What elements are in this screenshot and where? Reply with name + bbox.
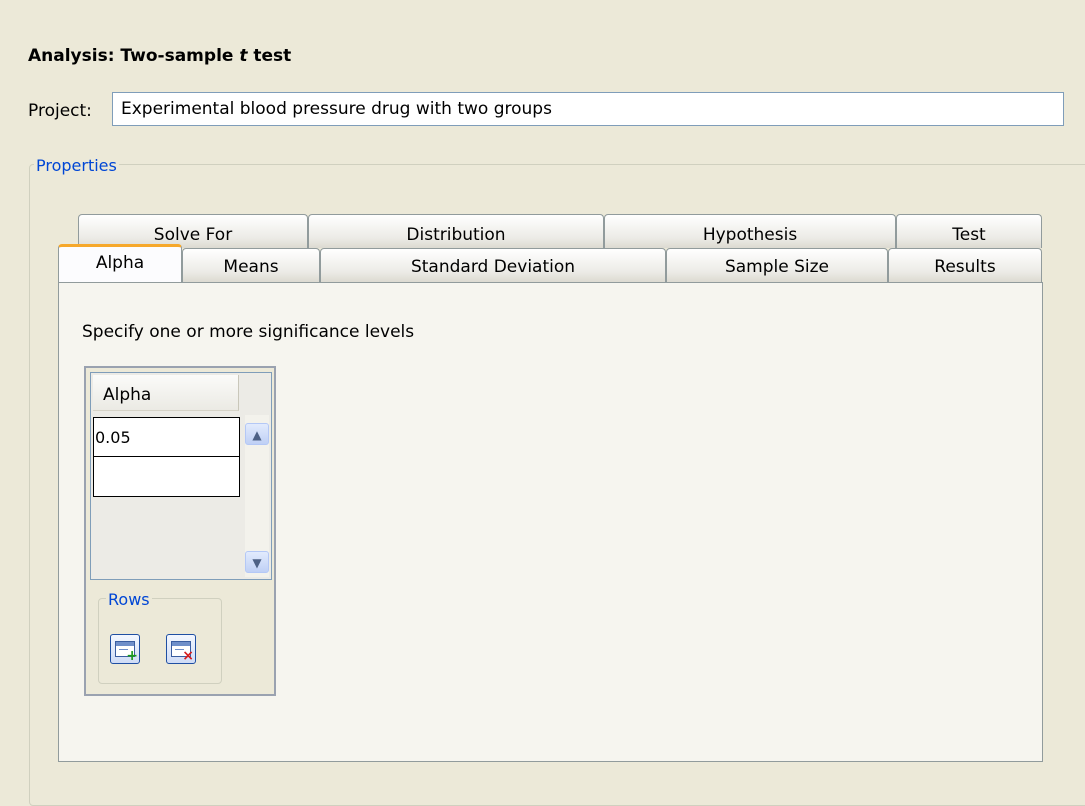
- tab-solve-for[interactable]: Solve For: [78, 214, 308, 248]
- scroll-up-icon[interactable]: ▲: [245, 423, 269, 445]
- grid-vertical-scrollbar[interactable]: ▲ ▼: [245, 415, 269, 577]
- project-input[interactable]: [112, 92, 1064, 126]
- plus-icon: +: [126, 648, 138, 664]
- alpha-grid: Alpha 0.05 ▲ ▼: [90, 372, 272, 580]
- properties-legend: Properties: [34, 156, 119, 175]
- delete-row-button[interactable]: ×: [166, 634, 196, 664]
- alpha-cell[interactable]: [93, 457, 240, 497]
- scroll-down-icon[interactable]: ▼: [245, 551, 269, 573]
- project-label: Project:: [28, 101, 92, 121]
- tab-means[interactable]: Means: [182, 248, 320, 282]
- x-icon: ×: [182, 648, 194, 664]
- analysis-title: Analysis: Two-sample t test: [28, 46, 291, 66]
- instructions-text: Specify one or more significance levels: [82, 322, 415, 342]
- analysis-title-prefix: Analysis: Two-sample: [28, 46, 240, 66]
- tab-hypothesis[interactable]: Hypothesis: [604, 214, 896, 248]
- tab-distribution[interactable]: Distribution: [308, 214, 604, 248]
- alpha-column-header[interactable]: Alpha: [93, 375, 239, 411]
- rows-group-label: Rows: [106, 590, 152, 609]
- add-row-button[interactable]: +: [110, 634, 140, 664]
- tab-standard-deviation[interactable]: Standard Deviation: [320, 248, 666, 282]
- tab-results[interactable]: Results: [888, 248, 1042, 282]
- alpha-table-container: Alpha 0.05 ▲ ▼ Rows + ×: [84, 366, 276, 696]
- tab-test[interactable]: Test: [896, 214, 1042, 248]
- alpha-cell[interactable]: 0.05: [93, 417, 240, 457]
- analysis-title-suffix: test: [247, 46, 292, 66]
- tab-alpha[interactable]: Alpha: [58, 244, 182, 282]
- tab-sample-size[interactable]: Sample Size: [666, 248, 888, 282]
